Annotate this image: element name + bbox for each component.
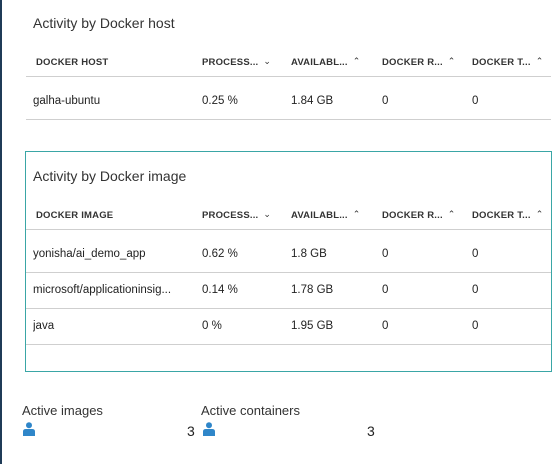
column-header-docker-host[interactable]: DOCKER HOST [36, 57, 108, 68]
column-header-docker-total[interactable]: DOCKER T... ⌃ [472, 209, 544, 221]
chevron-up-icon: ⌃ [535, 56, 544, 66]
cell-available: 1.78 GB [291, 284, 334, 296]
cell-docker-image: yonisha/ai_demo_app [33, 248, 146, 260]
cell-processor: 0.14 % [202, 284, 238, 296]
tile-title: Activity by Docker host [33, 15, 175, 31]
column-header-processor[interactable]: PROCESS... ⌄ [202, 56, 272, 68]
table-header: DOCKER HOST PROCESS... ⌄ AVAILABL... ⌃ DOC… [26, 49, 551, 77]
chevron-up-icon: ⌃ [447, 209, 456, 219]
chevron-up-icon: ⌃ [352, 56, 361, 66]
chevron-down-icon: ⌄ [263, 209, 272, 219]
docker-host-activity-tile[interactable]: Activity by Docker host DOCKER HOST PROC… [25, 0, 552, 134]
docker-image-activity-tile[interactable]: Activity by Docker image DOCKER IMAGE PR… [25, 151, 552, 372]
cell-available: 1.8 GB [291, 248, 327, 260]
cell-docker-image: java [33, 320, 55, 332]
chevron-up-icon: ⌃ [535, 209, 544, 219]
cell-docker-running: 0 [382, 95, 389, 107]
cell-docker-image: microsoft/applicationinsig... [33, 284, 172, 296]
table-row[interactable]: galha-ubuntu 0.25 % 1.84 GB 0 0 [26, 84, 551, 120]
cell-available: 1.84 GB [291, 95, 334, 107]
column-header-available[interactable]: AVAILABL... ⌃ [291, 56, 361, 68]
column-header-docker-running[interactable]: DOCKER R... ⌃ [382, 209, 456, 221]
column-header-docker-image[interactable]: DOCKER IMAGE [36, 210, 113, 221]
person-icon [23, 422, 35, 436]
cell-docker-total: 0 [472, 95, 479, 107]
person-icon [203, 422, 215, 436]
cell-available: 1.95 GB [291, 320, 334, 332]
cell-docker-host: galha-ubuntu [33, 95, 101, 107]
cell-docker-running: 0 [382, 284, 389, 296]
table-row[interactable]: yonisha/ai_demo_app 0.62 % 1.8 GB 0 0 [26, 237, 551, 273]
chevron-up-icon: ⌃ [447, 56, 456, 66]
column-header-docker-total[interactable]: DOCKER T... ⌃ [472, 56, 544, 68]
left-edge-rule [0, 0, 2, 464]
column-header-docker-running[interactable]: DOCKER R... ⌃ [382, 56, 456, 68]
table-row[interactable]: java 0 % 1.95 GB 0 0 [26, 309, 551, 345]
cell-docker-running: 0 [382, 248, 389, 260]
active-images-label: Active images [22, 403, 103, 418]
table-header: DOCKER IMAGE PROCESS... ⌄ AVAILABL... ⌃ DO… [26, 202, 551, 230]
cell-docker-total: 0 [472, 248, 479, 260]
column-header-processor[interactable]: PROCESS... ⌄ [202, 209, 272, 221]
cell-docker-total: 0 [472, 320, 479, 332]
active-images-count: 3 [187, 423, 195, 439]
table-row[interactable]: microsoft/applicationinsig... 0.14 % 1.7… [26, 273, 551, 309]
chevron-down-icon: ⌄ [263, 56, 272, 66]
column-header-available[interactable]: AVAILABL... ⌃ [291, 209, 361, 221]
cell-docker-total: 0 [472, 284, 479, 296]
cell-docker-running: 0 [382, 320, 389, 332]
cell-processor: 0.25 % [202, 95, 238, 107]
active-containers-label: Active containers [201, 403, 300, 418]
cell-processor: 0.62 % [202, 248, 238, 260]
cell-processor: 0 % [202, 320, 222, 332]
chevron-up-icon: ⌃ [352, 209, 361, 219]
active-containers-count: 3 [367, 423, 375, 439]
tile-title: Activity by Docker image [33, 168, 187, 184]
